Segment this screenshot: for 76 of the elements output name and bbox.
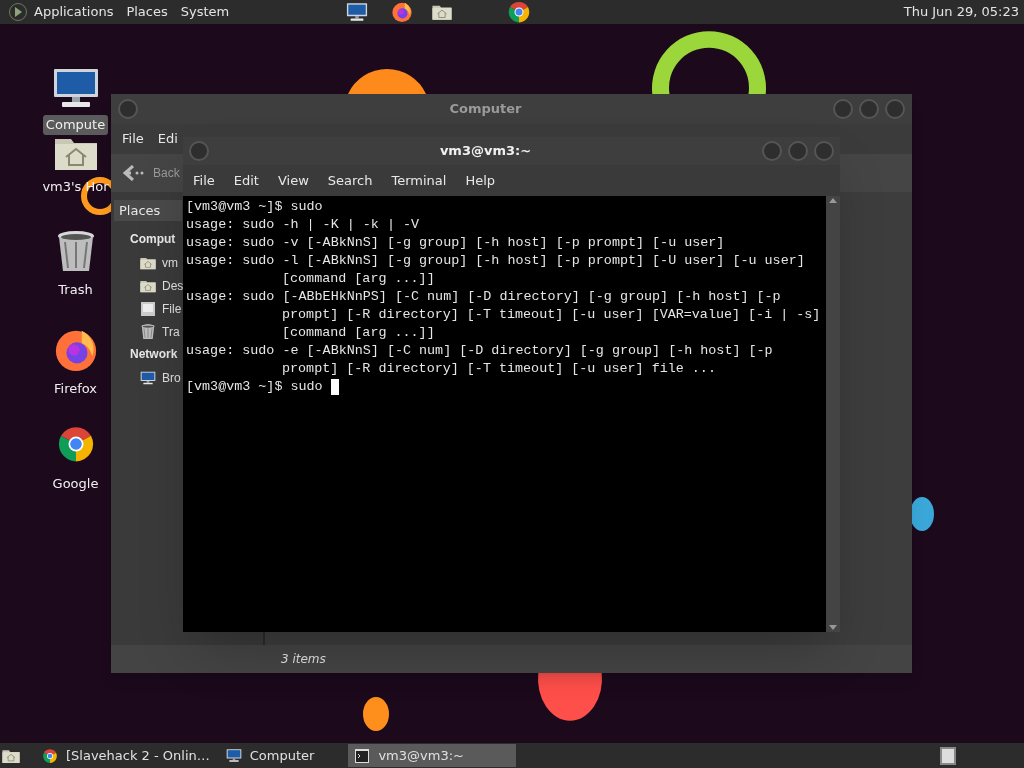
sidebar-section-title: Network — [130, 346, 178, 363]
terminal-line: [command [arg ...]] — [282, 270, 435, 288]
sidebar-item[interactable]: Bro — [140, 366, 181, 389]
window-control[interactable] — [189, 141, 209, 161]
terminal-line: [command [arg ...]] — [282, 324, 435, 342]
computer-icon — [51, 67, 100, 109]
terminal-line: [vm3@vm3 ~]$ sudo — [186, 198, 323, 216]
desktop-icon-label[interactable]: Firefox — [51, 379, 100, 399]
terminal-icon — [354, 747, 371, 764]
menu-item[interactable]: Terminal — [391, 170, 447, 191]
home-launcher-icon — [432, 3, 453, 21]
status-text: 3 items — [281, 651, 326, 668]
taskbar-item[interactable]: Computer — [219, 744, 321, 767]
window-control[interactable] — [762, 141, 782, 161]
window-control[interactable] — [814, 141, 834, 161]
panel-menu[interactable]: System — [180, 2, 230, 22]
scroll-down-icon[interactable] — [829, 625, 837, 630]
scroll-up-icon[interactable] — [829, 198, 837, 203]
terminal-line: [vm3@vm3 ~]$ sudo — [186, 378, 323, 396]
menu-item[interactable]: Edit — [233, 170, 259, 191]
menu-item[interactable]: File — [193, 170, 215, 191]
window-title: Computer — [448, 100, 523, 119]
window-control[interactable] — [833, 99, 853, 119]
window-control[interactable] — [859, 99, 879, 119]
computer-icon — [225, 748, 242, 763]
sidebar-item-label: Des — [162, 277, 184, 295]
terminal-line: usage: sudo -h | -K | -k | -V — [186, 216, 420, 234]
terminal-line: prompt] [-R directory] [-T timeout] [-u user] [VAR=value] [-i | -s] — [282, 306, 821, 324]
workspace-switcher[interactable] — [940, 746, 956, 765]
window-control[interactable] — [788, 141, 808, 161]
terminal-line: prompt] [-R directory] [-T timeout] [-u user] file ... — [282, 360, 716, 378]
window-title: vm3@vm3:~ — [438, 142, 533, 161]
taskbar-item[interactable]: vm3@vm3:~ — [348, 744, 517, 767]
computer-launcher-icon — [346, 2, 369, 22]
wallpaper-blob — [363, 697, 389, 731]
panel-menu[interactable]: Places — [126, 2, 168, 22]
terminal-line: usage: sudo -v [-ABkNnS] [-g group] [-h host] [-p prompt] [-u user] — [186, 234, 725, 252]
terminal-line: usage: sudo [-ABbEHkNnPS] [-C num] [-D directory] [-g group] [-h host] [-p — [186, 288, 781, 306]
desktop-icon-label[interactable]: Compute — [42, 115, 109, 135]
sidebar-item-label: vm — [162, 254, 178, 272]
chrome-launcher-icon — [507, 0, 532, 24]
trash-icon — [55, 230, 96, 274]
menu-item[interactable]: View — [277, 170, 309, 191]
sidebar-section-title: Comput — [130, 231, 176, 248]
sidebar-item-label: File — [162, 300, 182, 318]
menu-item[interactable]: Help — [465, 170, 496, 191]
sidebar-item[interactable]: Tra — [140, 320, 180, 343]
terminal-line: usage: sudo -e [-ABkNnS] [-C num] [-D directory] [-g group] [-h host] [-p — [186, 342, 773, 360]
sidebar-item-label: Tra — [162, 323, 180, 341]
sidebar-item-label: Bro — [162, 369, 181, 387]
panel-menu[interactable]: Applications — [34, 2, 114, 22]
menu-item[interactable]: Edi — [157, 129, 178, 149]
network-icon — [140, 369, 156, 386]
menu-item[interactable]: Search — [327, 170, 373, 191]
wallpaper-blob — [538, 673, 602, 721]
scrollbar[interactable] — [826, 196, 840, 632]
sidebar-item[interactable]: File — [140, 297, 182, 320]
taskbar-item[interactable]: [Slavehack 2 - Onlin… — [36, 744, 216, 767]
places-header[interactable]: Places — [114, 200, 182, 221]
show-desktop-icon — [2, 747, 20, 764]
drive-icon — [140, 300, 156, 317]
window-control[interactable] — [118, 99, 138, 119]
trash-icon — [140, 323, 156, 340]
terminal-line: usage: sudo -l [-ABkNnS] [-g group] [-h host] [-p prompt] [-U user] [-u user] — [186, 252, 805, 270]
sidebar-item[interactable]: Des — [140, 274, 184, 297]
chrome-icon — [42, 747, 58, 764]
firefox-launcher-icon — [391, 1, 414, 23]
sidebar-item[interactable]: vm — [140, 251, 178, 274]
wallpaper-blob — [910, 497, 934, 531]
desktop-icon-label[interactable]: Google — [49, 474, 102, 494]
desktop-icon-label[interactable]: Trash — [55, 280, 96, 300]
menu-item[interactable]: File — [122, 129, 144, 149]
window-control[interactable] — [885, 99, 905, 119]
menu-logo-icon[interactable] — [8, 2, 28, 22]
clock[interactable]: Thu Jun 29, 05:23 — [903, 2, 1019, 22]
back-arrow-icon[interactable] — [123, 165, 145, 181]
